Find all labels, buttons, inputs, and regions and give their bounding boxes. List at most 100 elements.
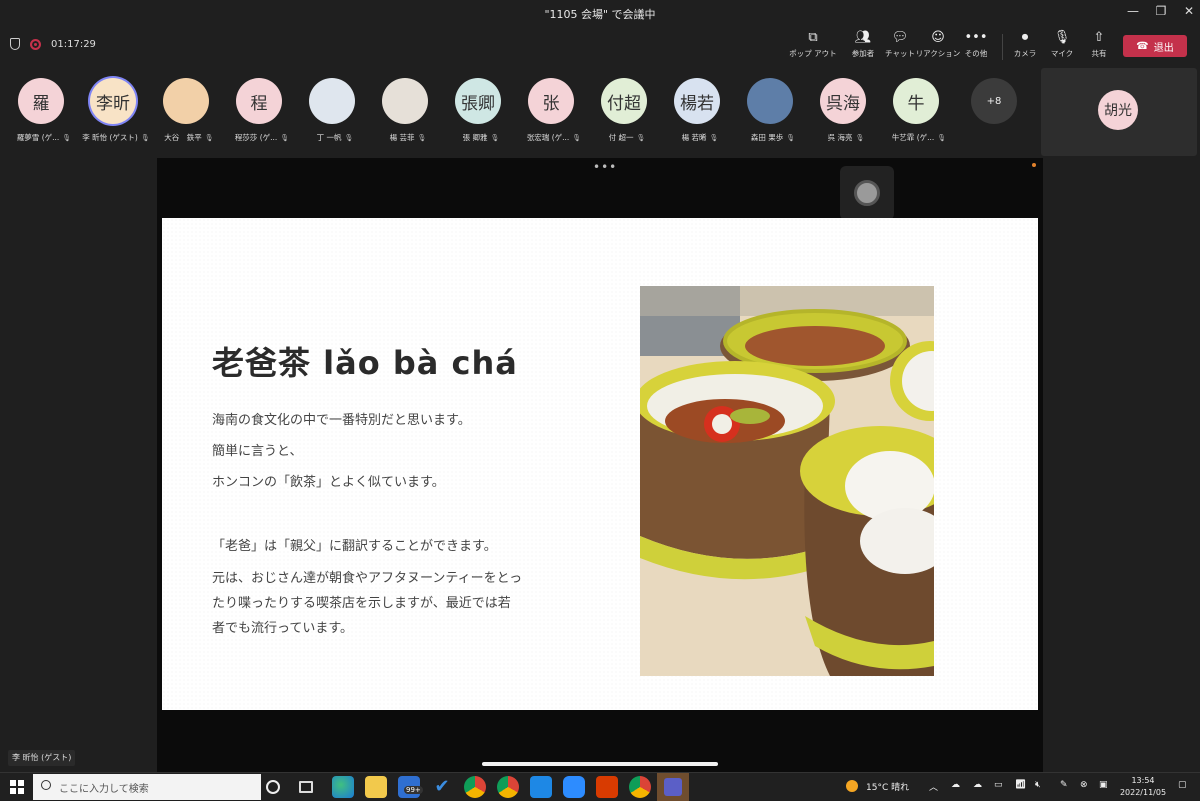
- slide-text-line: 海南の食文化の中で一番特別だと思います。: [212, 413, 471, 428]
- restore-icon[interactable]: ❐: [1146, 4, 1176, 22]
- slide-text-line: 者でも流行っています。: [212, 621, 354, 636]
- participant-tile[interactable]: 張卿張 卿雅 🎙︎: [445, 78, 517, 158]
- shield-icon: [10, 38, 20, 50]
- teams-taskbar-button[interactable]: [657, 773, 689, 801]
- participant-name: 付 超一 🎙︎: [591, 132, 663, 143]
- title-bar: "1105 会場" で会議中 — ❐ ✕: [0, 0, 1200, 26]
- participant-name-text: 李 昕怡 (ゲスト): [82, 133, 138, 142]
- taskbar-search[interactable]: ここに入力して検索: [33, 774, 261, 800]
- participant-name-text: 呉 海亮: [827, 133, 853, 142]
- clock-time: 13:54: [1131, 776, 1155, 785]
- todo-icon[interactable]: ✔: [431, 776, 453, 798]
- mic-muted-icon: 🎙︎: [490, 134, 500, 142]
- more-participants-button[interactable]: +8: [971, 78, 1017, 124]
- chrome-profile-icon[interactable]: [497, 776, 519, 798]
- participant-avatar: 张: [528, 78, 574, 124]
- participant-name-text: 楊 若晞: [681, 133, 707, 142]
- leave-button[interactable]: ☎ 退出: [1123, 35, 1187, 57]
- chrome-app-icon[interactable]: [629, 776, 651, 798]
- slide-text-line: ホンコンの「飲茶」とよく似ています。: [212, 475, 445, 490]
- mic-muted-icon: 🎙︎: [280, 134, 290, 142]
- edge-icon[interactable]: [332, 776, 354, 798]
- clock-date: 2022/11/05: [1119, 788, 1167, 797]
- slide-text-line: 簡単に言うと、: [212, 444, 303, 459]
- mic-muted-icon: 🎙︎: [572, 134, 582, 142]
- participant-name-text: 丁 一帆: [316, 133, 342, 142]
- participant-name: 丁 一帆 🎙︎: [299, 132, 371, 143]
- mic-muted-icon: 🎙︎: [636, 134, 646, 142]
- participant-tile[interactable]: 李昕李 昕怡 (ゲスト) 🎙︎: [80, 78, 152, 158]
- weather-icon: [846, 780, 858, 792]
- stage-options-icon[interactable]: •••: [593, 160, 617, 174]
- volume-mute-icon[interactable]: 🔇︎: [1035, 780, 1041, 790]
- participant-tile[interactable]: 程程莎莎 (ゲ... 🎙︎: [226, 78, 298, 158]
- participant-name: 大谷 鉄平 🎙︎: [153, 132, 225, 143]
- start-button[interactable]: [10, 780, 24, 794]
- weather-text[interactable]: 15°C 晴れ: [866, 780, 909, 793]
- self-view-tile[interactable]: 胡光: [1041, 68, 1197, 156]
- meeting-toolbar: 01:17:29 ⧉ ポップ アウト 👥︎ 参加者 💬︎ チャット ☺ リアクション •…: [0, 26, 1200, 66]
- mic-muted-icon: 🎙︎: [937, 134, 947, 142]
- meeting-timer: 01:17:29: [51, 38, 96, 50]
- popout-button[interactable]: ⧉ ポップ アウト: [788, 30, 838, 59]
- office-icon[interactable]: [596, 776, 618, 798]
- shared-screen-stage: ••• 老爸茶 lǎo bà chá 海南の食文化の中で一番特別だと思います。 …: [157, 158, 1043, 772]
- mail-icon[interactable]: 99+: [398, 776, 423, 798]
- participant-gallery: 羅羅夢雪 (ゲ... 🎙︎ 李昕李 昕怡 (ゲスト) 🎙︎ 大谷 鉄平 🎙︎ 程程莎莎 (ゲ…: [0, 66, 1200, 158]
- participant-avatar: 李昕: [90, 78, 136, 124]
- pen-icon[interactable]: ✎: [1060, 780, 1068, 790]
- battery-icon[interactable]: ▭: [994, 780, 1003, 790]
- recording-icon: [30, 38, 41, 50]
- cloud-icon[interactable]: ☁: [951, 780, 960, 790]
- dnd-icon[interactable]: ⊗: [1080, 780, 1088, 790]
- share-button[interactable]: ⇧ 共有: [1074, 30, 1124, 59]
- participant-tile[interactable]: 羅羅夢雪 (ゲ... 🎙︎: [8, 78, 80, 158]
- dim-sum-photo: [640, 286, 934, 676]
- participant-tile[interactable]: 付超付 超一 🎙︎: [591, 78, 663, 158]
- participant-tile[interactable]: 丁 一帆 🎙︎: [299, 78, 371, 158]
- close-icon[interactable]: ✕: [1174, 4, 1200, 22]
- cortana-icon[interactable]: [266, 780, 280, 794]
- participant-name-text: 牛艺霏 (ゲ...: [891, 133, 935, 142]
- hangup-icon: ☎: [1136, 40, 1149, 52]
- zoom-icon[interactable]: [563, 776, 585, 798]
- chevron-up-icon[interactable]: ︿: [929, 780, 938, 793]
- participant-name-text: 大谷 鉄平: [164, 133, 202, 142]
- notification-center-icon[interactable]: ▢: [1178, 780, 1187, 790]
- task-view-icon[interactable]: [299, 781, 313, 793]
- clock[interactable]: 13:54 2022/11/05: [1118, 775, 1168, 799]
- participant-name: 李 昕怡 (ゲスト) 🎙︎: [80, 132, 152, 143]
- participant-avatar: 楊若: [674, 78, 720, 124]
- slide-text-line: 「老爸」は「親父」に翻訳することができます。: [212, 539, 497, 554]
- participant-tile[interactable]: 呉海呉 海亮 🎙︎: [810, 78, 882, 158]
- participant-tile[interactable]: 张张宏瑞 (ゲ... 🎙︎: [518, 78, 590, 158]
- participant-name-text: 森田 果歩: [750, 133, 784, 142]
- wifi-icon[interactable]: 📶︎: [1015, 780, 1026, 790]
- chrome-icon[interactable]: [464, 776, 486, 798]
- participant-avatar: [747, 78, 793, 124]
- participant-avatar: 呉海: [820, 78, 866, 124]
- mic-muted-icon: 🎙︎: [855, 134, 865, 142]
- search-placeholder: ここに入力して検索: [59, 783, 149, 795]
- search-icon: [41, 780, 51, 790]
- minimize-icon[interactable]: —: [1118, 4, 1148, 22]
- file-explorer-icon[interactable]: [365, 776, 387, 798]
- presenter-indicator: [1032, 163, 1036, 167]
- slide-text-line: たり喋ったりする喫茶店を示しますが、最近では若: [212, 596, 511, 611]
- slide-text-line: 元は、おじさん達が朝食やアフタヌーンティーをとっ: [212, 571, 523, 586]
- share-icon: ⇧: [1093, 30, 1105, 45]
- participant-name: 程莎莎 (ゲ... 🎙︎: [226, 132, 298, 143]
- more-icon: •••: [964, 30, 988, 45]
- more-button[interactable]: ••• その他: [951, 30, 1001, 59]
- participant-name: 羅夢雪 (ゲ... 🎙︎: [8, 132, 80, 143]
- participant-tile[interactable]: 森田 果歩 🎙︎: [737, 78, 809, 158]
- window-title: "1105 会場" で会議中: [544, 8, 656, 21]
- mic-muted-icon: 🎙︎: [786, 134, 796, 142]
- photos-icon[interactable]: [530, 776, 552, 798]
- notification-square-icon[interactable]: ▣: [1099, 780, 1108, 790]
- participant-tile[interactable]: 牛牛艺霏 (ゲ... 🎙︎: [883, 78, 955, 158]
- participant-tile[interactable]: 楊若楊 若晞 🎙︎: [664, 78, 736, 158]
- onedrive-icon[interactable]: ☁: [973, 780, 982, 790]
- participant-tile[interactable]: 大谷 鉄平 🎙︎: [153, 78, 225, 158]
- participant-tile[interactable]: 楊 芸菲 🎙︎: [372, 78, 444, 158]
